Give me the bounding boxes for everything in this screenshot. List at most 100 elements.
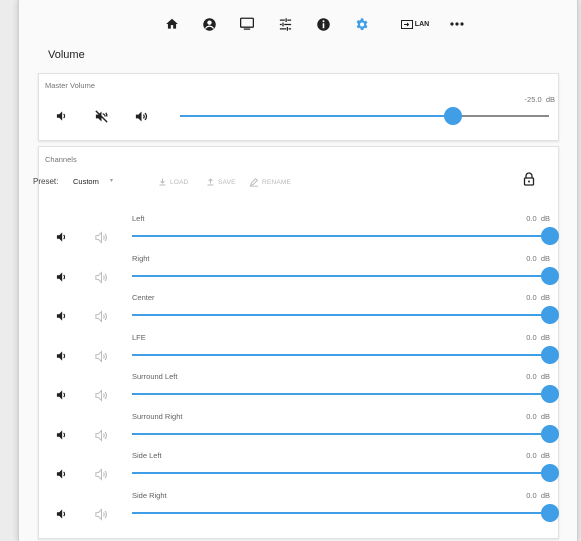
channel-name-side-left: Side Left bbox=[132, 451, 162, 460]
pencil-icon bbox=[249, 178, 259, 187]
volume-up-icon[interactable] bbox=[134, 109, 148, 123]
volume-down-icon[interactable] bbox=[54, 507, 68, 521]
channel-slider-thumb[interactable] bbox=[541, 345, 559, 364]
channel-db-readout: 0.0 dB bbox=[455, 293, 550, 302]
info-icon[interactable] bbox=[314, 14, 332, 34]
channel-slider-fill bbox=[132, 472, 550, 474]
channel-db-unit: dB bbox=[540, 372, 550, 381]
top-nav: LAN bbox=[19, 0, 577, 46]
channels-card: Channels bbox=[38, 146, 559, 539]
channel-slider-right[interactable] bbox=[132, 266, 559, 285]
home-icon[interactable] bbox=[164, 14, 180, 34]
volume-up-icon[interactable] bbox=[94, 309, 108, 323]
channel-slider-fill bbox=[132, 393, 550, 395]
chevron-down-icon: ▾ bbox=[110, 178, 114, 184]
master-volume-card: Master Volume -25.0 dB bbox=[38, 73, 559, 141]
save-label: SAVE bbox=[218, 178, 236, 186]
page-title: Volume bbox=[48, 49, 85, 61]
channel-db-value: 0.0 bbox=[526, 253, 537, 263]
channel-slider-side-left[interactable] bbox=[132, 464, 559, 482]
master-db-readout: -25.0 dB bbox=[477, 95, 555, 104]
channel-db-value: 0.0 bbox=[526, 372, 537, 381]
channel-name-surround-left: Surround Left bbox=[132, 372, 178, 381]
volume-mute-icon[interactable] bbox=[94, 109, 108, 123]
load-label: LOAD bbox=[170, 178, 189, 186]
channel-slider-fill bbox=[132, 314, 550, 316]
channel-slider-thumb[interactable] bbox=[541, 227, 559, 245]
master-volume-slider[interactable] bbox=[180, 107, 549, 125]
channel-slider-left[interactable] bbox=[132, 227, 559, 245]
volume-up-icon[interactable] bbox=[94, 428, 108, 442]
channel-db-unit: dB bbox=[540, 332, 550, 342]
save-button[interactable]: SAVE bbox=[206, 176, 236, 188]
channel-db-unit: dB bbox=[540, 411, 550, 421]
channel-slider-fill bbox=[132, 353, 550, 356]
volume-down-icon[interactable] bbox=[54, 388, 68, 402]
channel-db-unit: dB bbox=[540, 293, 550, 302]
master-slider-rest bbox=[453, 115, 549, 117]
settings-gear-icon[interactable] bbox=[352, 14, 370, 34]
channel-db-readout: 0.0 dB bbox=[455, 214, 550, 223]
channels-title: Channels bbox=[45, 155, 77, 164]
channel-slider-center[interactable] bbox=[132, 306, 559, 324]
volume-up-icon[interactable] bbox=[94, 270, 108, 284]
channel-db-unit: dB bbox=[540, 214, 550, 223]
channel-db-readout: 0.0 dB bbox=[455, 372, 550, 381]
channel-db-value: 0.0 bbox=[526, 411, 537, 421]
channel-slider-side-right[interactable] bbox=[132, 503, 559, 522]
volume-down-icon[interactable] bbox=[54, 467, 68, 481]
channel-db-value: 0.0 bbox=[526, 214, 537, 223]
channel-name-left: Left bbox=[132, 214, 145, 223]
volume-down-icon[interactable] bbox=[54, 309, 68, 323]
channel-slider-thumb[interactable] bbox=[541, 424, 559, 443]
volume-up-icon[interactable] bbox=[94, 349, 108, 363]
channel-slider-surround-left[interactable] bbox=[132, 385, 559, 403]
channel-db-unit: dB bbox=[540, 253, 550, 263]
display-icon[interactable] bbox=[238, 14, 256, 34]
channel-db-readout: 0.0 dB bbox=[455, 451, 550, 460]
volume-down-icon[interactable] bbox=[54, 428, 68, 442]
channel-slider-lfe[interactable] bbox=[132, 345, 559, 364]
rename-label: RENAME bbox=[262, 178, 292, 186]
master-slider-thumb[interactable] bbox=[444, 107, 463, 125]
channel-db-unit: dB bbox=[540, 490, 550, 500]
master-db-value: -25.0 bbox=[524, 95, 542, 104]
equalizer-icon[interactable] bbox=[276, 14, 294, 34]
channel-slider-thumb[interactable] bbox=[541, 464, 559, 482]
lock-icon[interactable] bbox=[523, 172, 537, 188]
lan-label: LAN bbox=[414, 20, 430, 28]
channel-db-value: 0.0 bbox=[526, 451, 537, 460]
channel-slider-fill bbox=[132, 432, 550, 435]
volume-down-icon[interactable] bbox=[54, 230, 68, 244]
volume-up-icon[interactable] bbox=[94, 230, 108, 244]
channel-slider-thumb[interactable] bbox=[541, 306, 559, 324]
channel-db-value: 0.0 bbox=[526, 490, 537, 500]
volume-down-icon[interactable] bbox=[54, 109, 68, 123]
volume-down-icon[interactable] bbox=[54, 270, 68, 284]
rename-button[interactable]: RENAME bbox=[249, 176, 291, 188]
more-icon[interactable] bbox=[448, 14, 466, 34]
channel-slider-fill bbox=[132, 235, 550, 237]
master-volume-title: Master Volume bbox=[45, 81, 96, 90]
channel-slider-thumb[interactable] bbox=[541, 266, 559, 285]
profile-icon[interactable] bbox=[200, 14, 218, 34]
volume-up-icon[interactable] bbox=[94, 467, 108, 481]
channel-db-unit: dB bbox=[540, 451, 550, 460]
channel-db-readout: 0.0 dB bbox=[455, 412, 550, 421]
load-button[interactable]: LOAD bbox=[158, 176, 189, 188]
volume-down-icon[interactable] bbox=[54, 349, 68, 363]
channel-slider-surround-right[interactable] bbox=[132, 424, 559, 443]
channel-db-value: 0.0 bbox=[526, 293, 537, 302]
input-lan-icon[interactable]: LAN bbox=[398, 14, 432, 34]
channel-slider-thumb[interactable] bbox=[541, 503, 559, 522]
channel-db-readout: 0.0 dB bbox=[455, 491, 550, 500]
channel-name-side-right: Side Right bbox=[132, 490, 167, 500]
preset-select[interactable]: Custom ▾ bbox=[70, 172, 126, 188]
channel-slider-fill bbox=[132, 511, 550, 514]
channel-slider-thumb[interactable] bbox=[541, 385, 559, 403]
channel-name-lfe: LFE bbox=[132, 332, 146, 342]
volume-up-icon[interactable] bbox=[94, 507, 108, 521]
master-db-unit: dB bbox=[545, 95, 555, 104]
channel-name-surround-right: Surround Right bbox=[132, 411, 183, 421]
volume-up-icon[interactable] bbox=[94, 388, 108, 402]
